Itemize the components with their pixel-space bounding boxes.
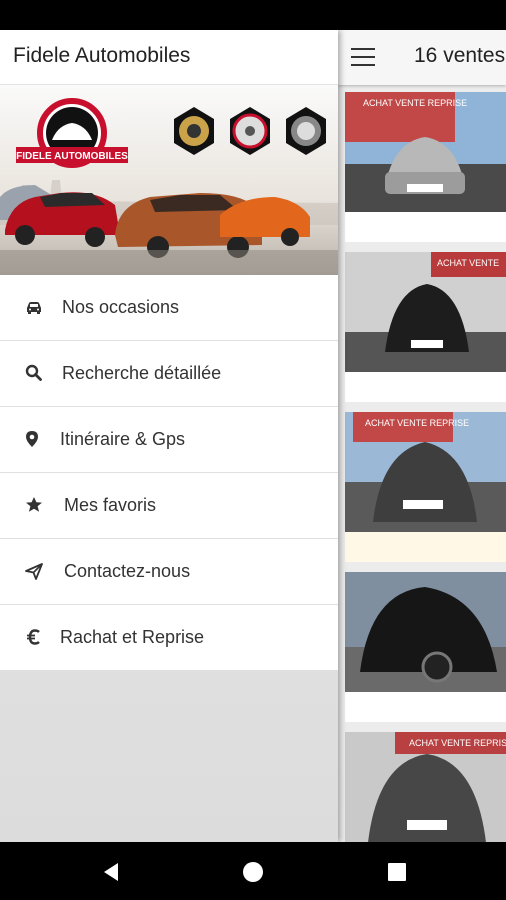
menu-item-label: Recherche détaillée <box>62 363 222 383</box>
menu-item-label: Rachat et Reprise <box>60 627 205 647</box>
banner-image: FIDELE AUTOMOBILES <box>0 85 338 275</box>
vehicle-card[interactable]: ACHAT VENTE REPRISE <box>345 412 506 562</box>
euro-icon <box>27 629 40 645</box>
menu-item-label: Itinéraire & Gps <box>60 429 186 449</box>
menu-item-mes-favoris[interactable]: Mes favoris <box>0 473 338 539</box>
sign-text: ACHAT VENTE REPRISE <box>363 98 467 108</box>
menu-item-label: Contactez-nous <box>64 561 191 581</box>
vehicle-card[interactable]: ACHAT VENTE <box>345 252 506 402</box>
menu-item-itineraire-gps[interactable]: Itinéraire & Gps <box>0 407 338 473</box>
back-icon[interactable] <box>100 860 124 884</box>
send-icon <box>25 563 43 580</box>
sign-text: ACHAT VENTE REPRISE <box>365 418 469 428</box>
recents-icon[interactable] <box>385 860 409 884</box>
vehicle-photo: ACHAT VENTE <box>345 252 506 372</box>
wheel-hexagons <box>174 107 326 155</box>
car-icon <box>27 302 41 314</box>
app-title: Fidele Automobiles <box>13 44 191 67</box>
location-pin-icon <box>26 431 38 447</box>
list-title: 16 ventes <box>414 44 506 67</box>
list-toolbar: 16 ventes <box>338 30 506 85</box>
vehicle-photo: ACHAT VENTE REPRISE <box>345 412 506 532</box>
navigation-drawer: Fidele Automobiles FIDELE AUTOMOBILES No… <box>0 30 338 842</box>
vehicle-card[interactable] <box>345 572 506 722</box>
menu-item-recherche-detaillee[interactable]: Recherche détaillée <box>0 341 338 407</box>
menu-item-contactez-nous[interactable]: Contactez-nous <box>0 539 338 605</box>
sign-text: ACHAT VENTE REPRISE <box>409 738 506 748</box>
app-screen: 16 ventes ACHAT VENTE REPRISE ACHAT VENT… <box>0 30 506 842</box>
vehicle-card[interactable]: ACHAT VENTE REPRISE <box>345 92 506 242</box>
vehicle-photo <box>345 572 506 692</box>
menu-item-rachat-reprise[interactable]: Rachat et Reprise <box>0 605 338 671</box>
system-nav-bar <box>0 842 506 900</box>
menu-icon[interactable] <box>351 48 375 66</box>
star-icon <box>26 497 42 512</box>
vehicle-card[interactable]: ACHAT VENTE REPRISE <box>345 732 506 842</box>
vehicle-photo: ACHAT VENTE REPRISE <box>345 732 506 842</box>
drawer-menu: Nos occasions Recherche détaillée Itinér… <box>0 275 338 671</box>
home-icon[interactable] <box>241 860 265 884</box>
menu-item-nos-occasions[interactable]: Nos occasions <box>0 275 338 341</box>
vehicle-list-pane: 16 ventes ACHAT VENTE REPRISE ACHAT VENT… <box>338 30 506 842</box>
drawer-header: Fidele Automobiles <box>0 30 338 85</box>
menu-item-label: Mes favoris <box>64 495 157 515</box>
logo-text: FIDELE AUTOMOBILES <box>16 151 128 162</box>
menu-item-label: Nos occasions <box>62 297 180 317</box>
status-bar <box>0 0 506 30</box>
vehicle-photo: ACHAT VENTE REPRISE <box>345 92 506 212</box>
sign-text: ACHAT VENTE <box>437 258 499 268</box>
search-icon <box>25 364 42 381</box>
